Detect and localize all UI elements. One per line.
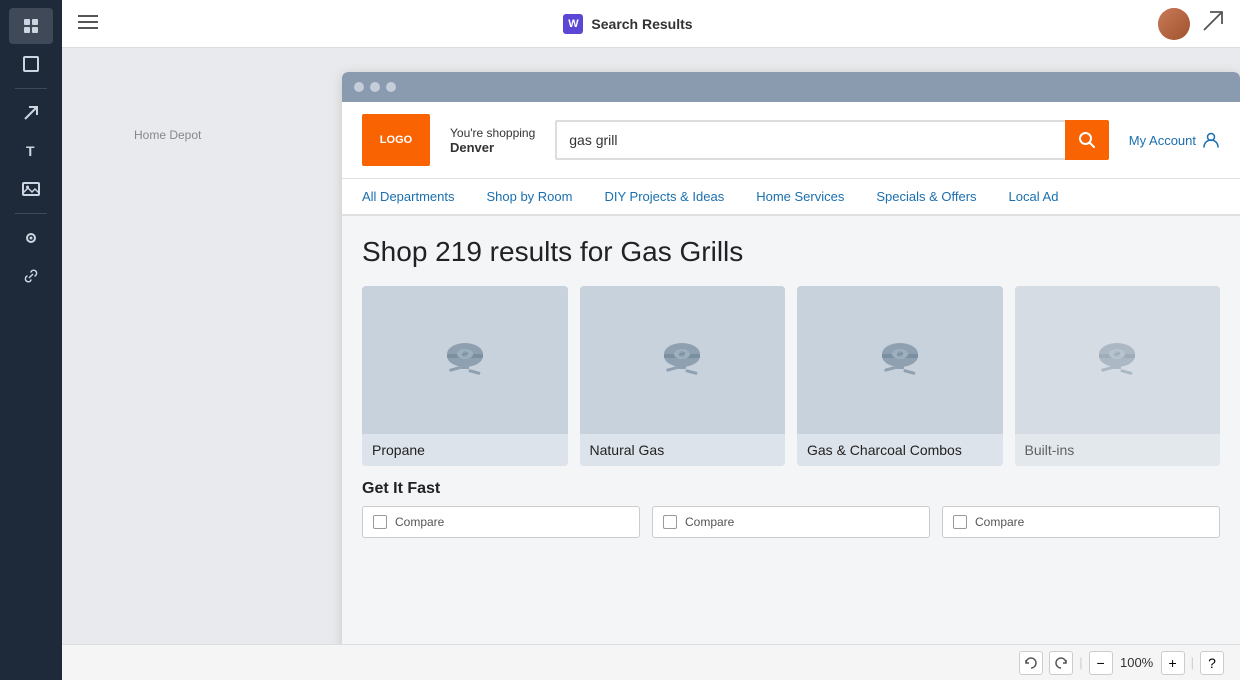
- my-account-link[interactable]: My Account: [1129, 131, 1220, 149]
- account-label: My Account: [1129, 133, 1196, 148]
- category-img-combo: [797, 286, 1003, 434]
- grill-icon-natural-gas: [650, 328, 714, 392]
- redo-button[interactable]: [1049, 651, 1073, 675]
- results-title: Shop 219 results for Gas Grills: [362, 236, 1220, 268]
- send-button[interactable]: [1202, 10, 1224, 37]
- divider-1: |: [1079, 655, 1082, 670]
- search-button[interactable]: [1065, 120, 1109, 160]
- compare-checkbox-3[interactable]: [953, 515, 967, 529]
- browser-dot-yellow: [370, 82, 380, 92]
- category-card-natural-gas[interactable]: Natural Gas: [580, 286, 786, 466]
- compare-label-2: Compare: [685, 515, 734, 529]
- search-input[interactable]: [555, 120, 1065, 160]
- nav-local-ad[interactable]: Local Ad: [1009, 179, 1059, 216]
- browser-frame: LOGO You're shopping Denver My Account: [342, 72, 1240, 680]
- text-tool[interactable]: T: [9, 133, 53, 169]
- compare-label-3: Compare: [975, 515, 1024, 529]
- category-label-combo: Gas & Charcoal Combos: [797, 434, 1003, 466]
- svg-text:T: T: [26, 143, 35, 159]
- toolbar-divider-1: [15, 88, 47, 89]
- compare-label-1: Compare: [395, 515, 444, 529]
- hd-navigation: All Departments Shop by Room DIY Project…: [342, 179, 1240, 216]
- nav-shop-by-room[interactable]: Shop by Room: [486, 179, 572, 216]
- layers-tool[interactable]: [9, 8, 53, 44]
- category-card-propane[interactable]: Propane: [362, 286, 568, 466]
- category-img-natural-gas: [580, 286, 786, 434]
- browser-chrome: [342, 72, 1240, 102]
- get-it-fast-label: Get It Fast: [362, 480, 1220, 498]
- avatar-image: [1158, 8, 1190, 40]
- grill-icon-propane: [433, 328, 497, 392]
- location-info: You're shopping Denver: [450, 126, 535, 155]
- zoom-controls: | − 100% + | ?: [1019, 651, 1224, 675]
- category-img-builtins: [1015, 286, 1221, 434]
- category-grid: Propane: [362, 286, 1220, 466]
- search-form: [555, 120, 1109, 160]
- app-title: Search Results: [591, 16, 692, 32]
- nav-diy-projects[interactable]: DIY Projects & Ideas: [604, 179, 724, 216]
- undo-button[interactable]: [1019, 651, 1043, 675]
- bottom-bar: | − 100% + | ?: [62, 644, 1240, 680]
- zoom-in-button[interactable]: +: [1161, 651, 1185, 675]
- grill-icon-combo: [868, 328, 932, 392]
- zoom-out-button[interactable]: −: [1089, 651, 1113, 675]
- hd-logo: LOGO: [362, 114, 430, 166]
- component-tool[interactable]: [9, 220, 53, 256]
- toolbar-divider-2: [15, 213, 47, 214]
- link-tool[interactable]: [9, 258, 53, 294]
- main-content: Home Depot LOGO You're shopping Denver: [62, 48, 1240, 680]
- menu-button[interactable]: [78, 15, 98, 32]
- category-label-natural-gas: Natural Gas: [580, 434, 786, 466]
- arrow-tool[interactable]: [9, 95, 53, 131]
- category-img-propane: [362, 286, 568, 434]
- category-label-propane: Propane: [362, 434, 568, 466]
- app-title-section: W Search Results: [563, 14, 692, 34]
- hamburger-icon: [78, 15, 98, 32]
- search-results: Shop 219 results for Gas Grills: [342, 216, 1240, 680]
- top-bar: W Search Results: [62, 0, 1240, 48]
- compare-checkbox-2[interactable]: [663, 515, 677, 529]
- left-toolbar: T: [0, 0, 62, 680]
- category-label-builtins: Built-ins: [1015, 434, 1221, 466]
- browser-dot-red: [354, 82, 364, 92]
- compare-box-2[interactable]: Compare: [652, 506, 930, 538]
- nav-all-departments[interactable]: All Departments: [362, 179, 454, 216]
- grill-icon-builtins: [1085, 328, 1149, 392]
- frame-label: Home Depot: [134, 128, 201, 142]
- location-city: Denver: [450, 140, 535, 155]
- hd-header: LOGO You're shopping Denver My Account: [342, 102, 1240, 179]
- compare-box-1[interactable]: Compare: [362, 506, 640, 538]
- nav-home-services[interactable]: Home Services: [756, 179, 844, 216]
- browser-dot-green: [386, 82, 396, 92]
- help-button[interactable]: ?: [1200, 651, 1224, 675]
- compare-checkbox-1[interactable]: [373, 515, 387, 529]
- shopping-label: You're shopping: [450, 126, 535, 140]
- compare-row: Compare Compare Compare: [362, 506, 1220, 538]
- image-tool[interactable]: [9, 171, 53, 207]
- zoom-value: 100%: [1119, 655, 1155, 670]
- w-badge: W: [563, 14, 583, 34]
- category-card-builtins[interactable]: Built-ins: [1015, 286, 1221, 466]
- top-bar-right: [1158, 8, 1224, 40]
- nav-specials-offers[interactable]: Specials & Offers: [876, 179, 976, 216]
- compare-box-3[interactable]: Compare: [942, 506, 1220, 538]
- avatar[interactable]: [1158, 8, 1190, 40]
- frame-tool[interactable]: [9, 46, 53, 82]
- category-card-combo[interactable]: Gas & Charcoal Combos: [797, 286, 1003, 466]
- divider-2: |: [1191, 655, 1194, 670]
